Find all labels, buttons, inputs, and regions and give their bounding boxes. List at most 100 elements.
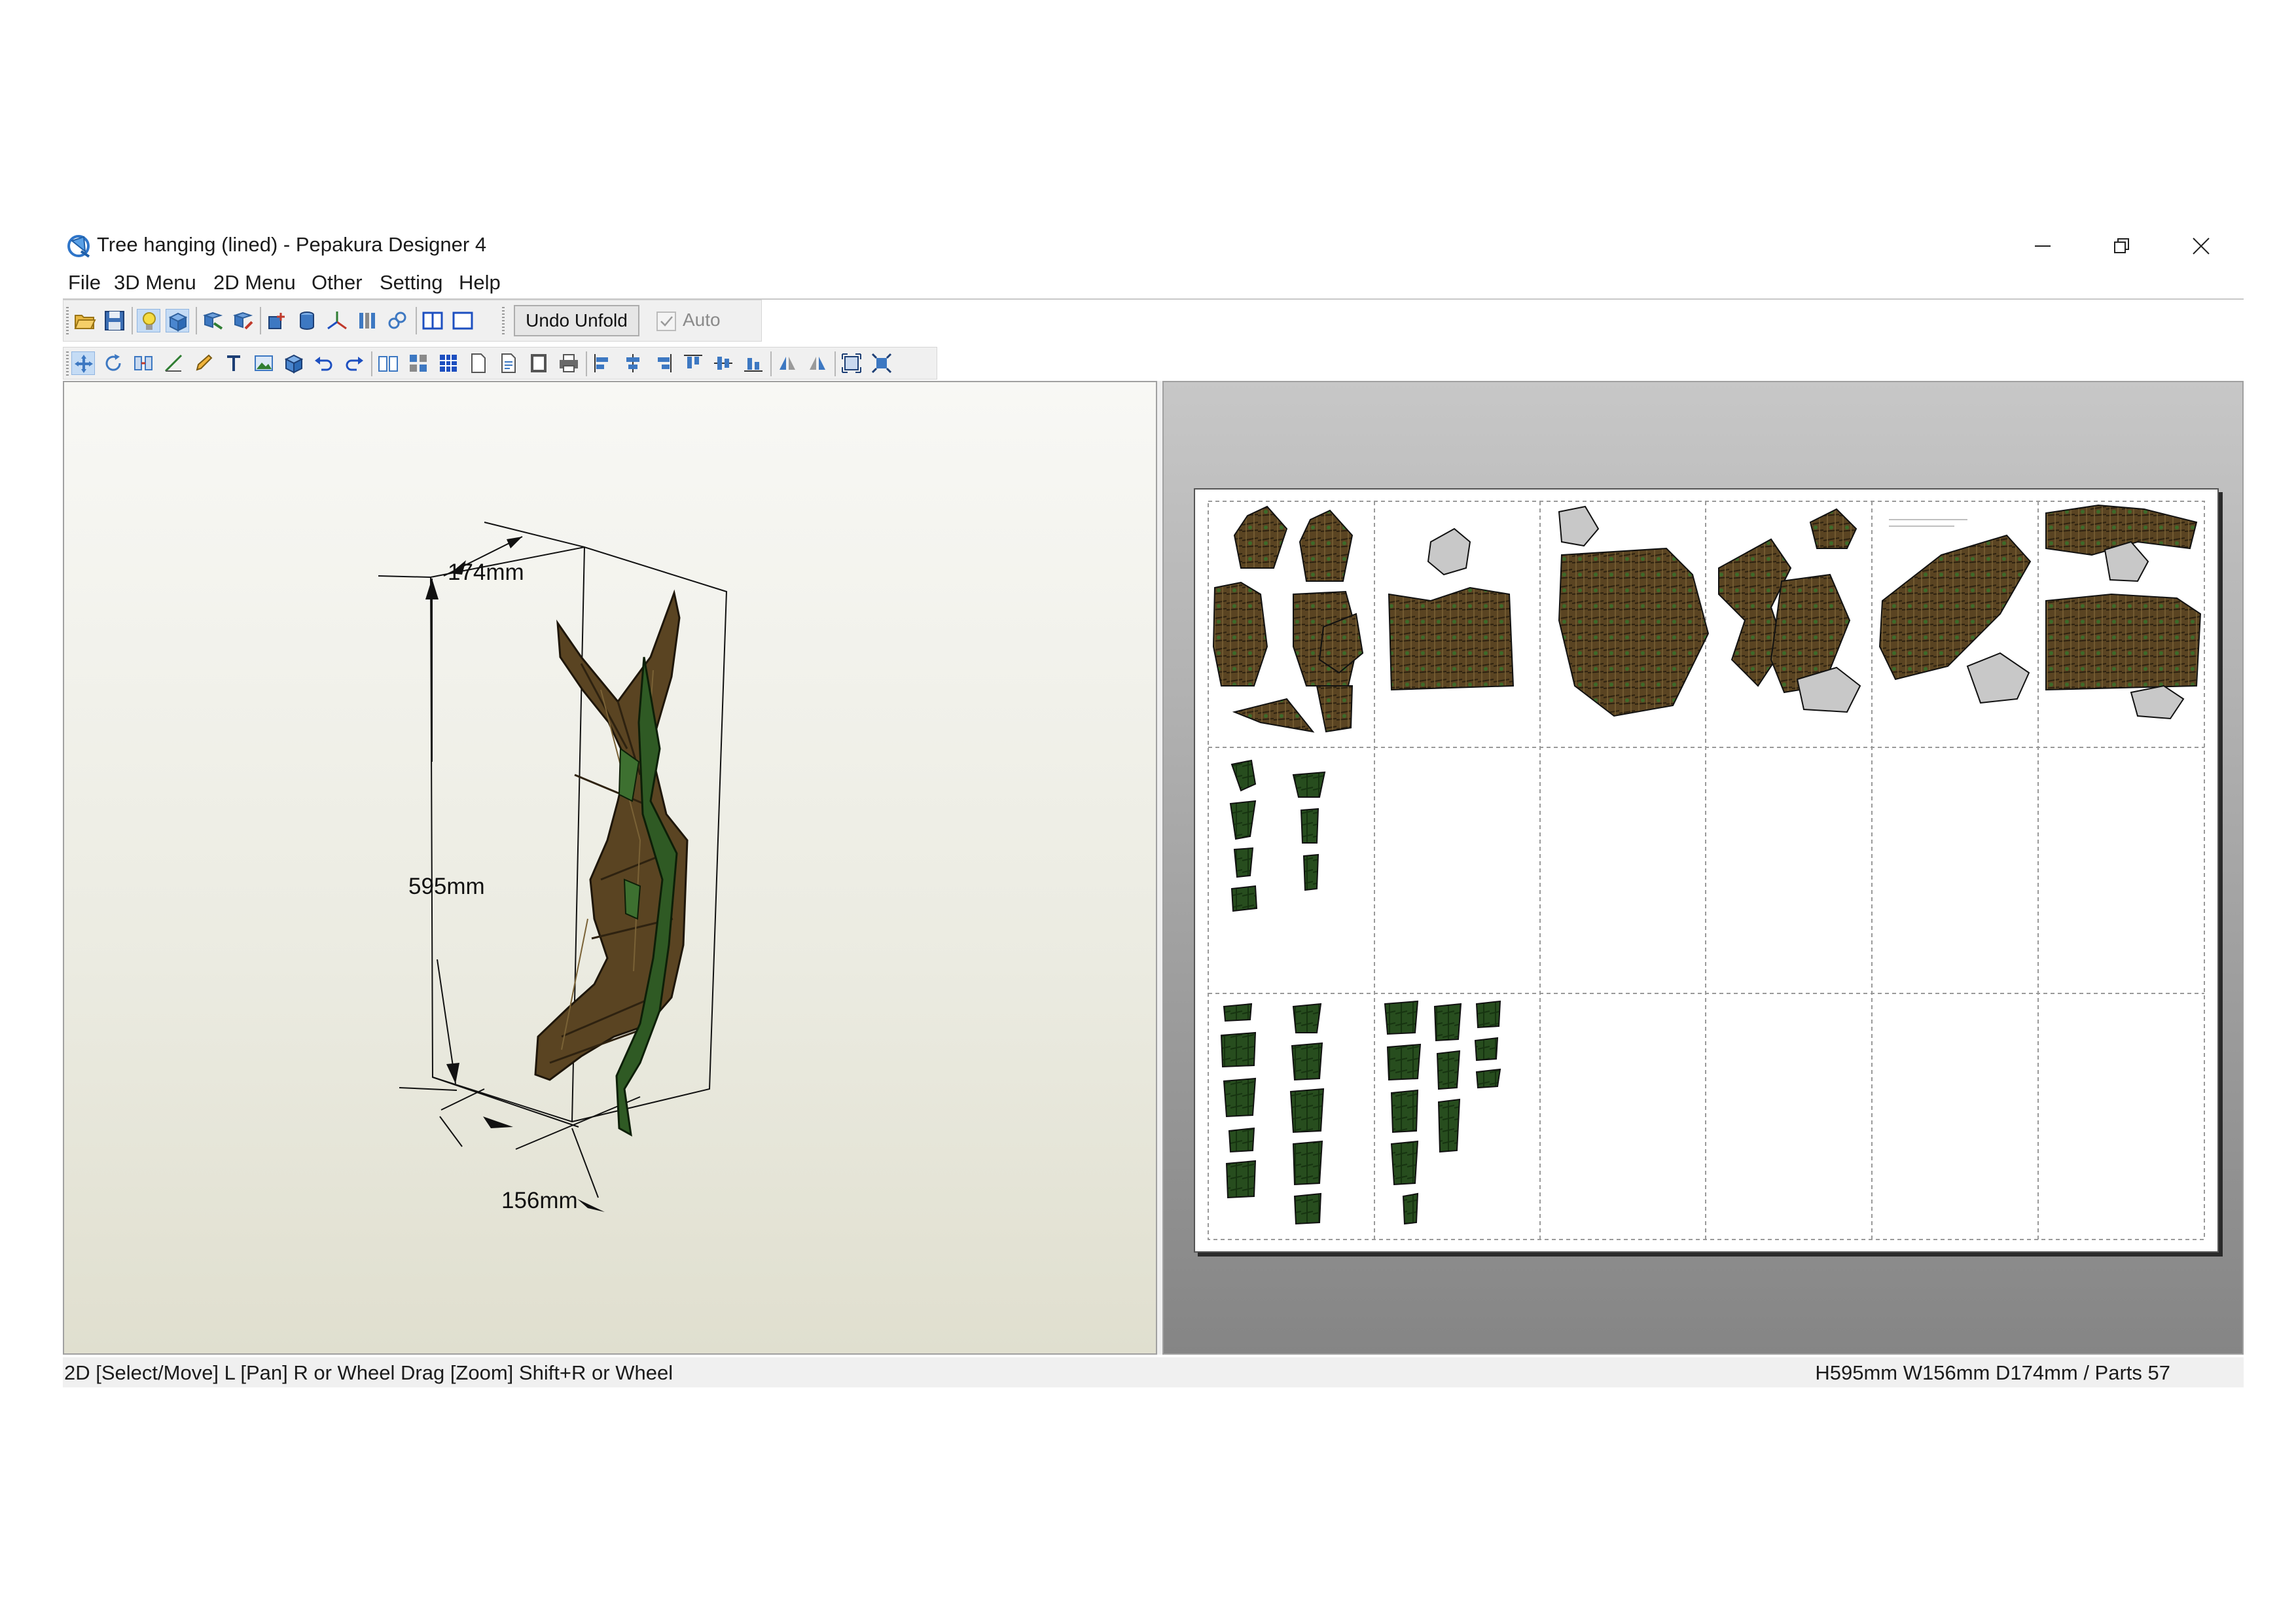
depth-arrow-icon — [507, 537, 522, 548]
add-object-icon[interactable] — [265, 309, 289, 332]
mirror-icon[interactable] — [806, 351, 829, 375]
auto-checkbox[interactable] — [656, 312, 676, 331]
part-group[interactable] — [2045, 504, 2202, 720]
align-middle-icon[interactable] — [711, 351, 735, 375]
align-right-icon[interactable] — [651, 351, 675, 375]
height-dimension-label: 595mm — [408, 874, 485, 899]
tree-trunk-model — [534, 589, 689, 1137]
menu-3d[interactable]: 3D Menu — [114, 271, 196, 294]
rotate-icon[interactable] — [101, 351, 125, 375]
main-toolbar: Undo Unfold Auto — [63, 300, 762, 342]
3d-view[interactable]: 174mm 595mm 156mm — [63, 381, 1157, 1355]
select-move-icon[interactable] — [71, 351, 95, 375]
toolbar-grip[interactable] — [66, 307, 69, 334]
paper-sheet — [1194, 488, 2219, 1253]
pepakura-app-icon — [67, 235, 90, 258]
menu-help[interactable]: Help — [459, 271, 501, 294]
menu-file[interactable]: File — [68, 271, 101, 294]
cube-icon[interactable] — [282, 351, 306, 375]
part-group[interactable] — [1718, 508, 1861, 713]
view-splitter[interactable] — [1157, 381, 1162, 1355]
2d-view[interactable] — [1162, 381, 2244, 1355]
3d-model-canvas[interactable]: 174mm 595mm 156mm — [64, 382, 1156, 1353]
align-center-icon[interactable] — [621, 351, 645, 375]
texture-icon[interactable] — [166, 309, 189, 332]
width-arrow-icon — [483, 1116, 513, 1128]
toolbar-separator — [416, 307, 417, 334]
open-icon[interactable] — [73, 309, 96, 332]
unfolded-parts-canvas[interactable] — [1195, 490, 2217, 1251]
text-icon[interactable] — [222, 351, 245, 375]
part-group[interactable] — [1220, 1003, 1325, 1225]
undo-icon[interactable] — [312, 351, 336, 375]
page-icon[interactable] — [467, 351, 490, 375]
restore-button[interactable] — [2092, 226, 2151, 266]
part-group[interactable] — [1388, 527, 1515, 691]
height-arrow-down-icon — [446, 1063, 459, 1084]
page-settings-icon[interactable] — [497, 351, 520, 375]
minimize-icon — [2035, 245, 2051, 247]
save-icon[interactable] — [103, 309, 126, 332]
lightbulb-icon[interactable] — [137, 309, 160, 332]
status-dimensions: H595mm W156mm D174mm / Parts 57 — [1815, 1361, 2170, 1384]
part-group[interactable] — [1878, 519, 2032, 704]
align-top-icon[interactable] — [681, 351, 705, 375]
toolbar-separator — [834, 351, 836, 376]
auto-label: Auto — [683, 310, 721, 330]
toolbar-separator — [260, 307, 261, 334]
part-group[interactable] — [1558, 505, 1710, 717]
toolbar-separator — [586, 351, 587, 376]
width-arrow-icon — [577, 1199, 605, 1212]
unfold-icon[interactable] — [201, 309, 224, 332]
print-preview-icon[interactable] — [527, 351, 550, 375]
flip-icon[interactable] — [776, 351, 799, 375]
undo-unfold-button[interactable]: Undo Unfold — [514, 305, 639, 336]
join-icon[interactable] — [132, 351, 155, 375]
menu-bar: File 3D Menu 2D Menu Other Setting Help — [63, 270, 2244, 300]
menu-setting[interactable]: Setting — [380, 271, 443, 294]
link-icon[interactable] — [386, 309, 409, 332]
align-left-icon[interactable] — [591, 351, 615, 375]
axis-icon[interactable] — [325, 309, 349, 332]
depth-dimension-label: 174mm — [448, 560, 524, 585]
restore-icon — [2114, 238, 2129, 253]
title-bar: Tree hanging (lined) - Pepakura Designer… — [63, 223, 2244, 270]
minimize-button[interactable] — [2013, 226, 2072, 266]
app-window: Tree hanging (lined) - Pepakura Designer… — [63, 223, 2244, 1397]
arrange-icon[interactable] — [406, 351, 430, 375]
cylinder-icon[interactable] — [295, 309, 319, 332]
toolbar-separator — [196, 307, 197, 334]
printer-icon[interactable] — [557, 351, 581, 375]
part-group[interactable] — [1229, 759, 1326, 912]
split-view-icon[interactable] — [421, 309, 444, 332]
redo-icon[interactable] — [342, 351, 366, 375]
status-bar: 2D [Select/Move] L [Pan] R or Wheel Drag… — [63, 1357, 2244, 1387]
menu-2d[interactable]: 2D Menu — [213, 271, 296, 294]
zoom-all-icon[interactable] — [870, 351, 893, 375]
toolbar-grip[interactable] — [66, 351, 69, 376]
close-icon — [2193, 238, 2210, 255]
part-group[interactable] — [1384, 1000, 1501, 1225]
pencil-icon[interactable] — [192, 351, 215, 375]
single-view-icon[interactable] — [451, 309, 475, 332]
align-bottom-icon[interactable] — [742, 351, 765, 375]
toolbar-grip[interactable] — [502, 307, 505, 334]
height-arrow-up-icon — [425, 579, 439, 599]
close-button[interactable] — [2172, 226, 2231, 266]
menu-other[interactable]: Other — [312, 271, 363, 294]
zoom-fit-icon[interactable] — [840, 351, 863, 375]
edit-toolbar — [63, 347, 937, 380]
toolbar-separator — [132, 307, 133, 334]
status-hint: 2D [Select/Move] L [Pan] R or Wheel Drag… — [64, 1361, 673, 1384]
part-group[interactable] — [1212, 505, 1364, 733]
book-icon[interactable] — [376, 351, 400, 375]
columns-icon[interactable] — [355, 309, 379, 332]
checkmark-icon — [660, 316, 673, 327]
edit-unfold-icon[interactable] — [231, 309, 255, 332]
window-title: Tree hanging (lined) - Pepakura Designer… — [97, 233, 487, 256]
fold-line-icon[interactable] — [162, 351, 185, 375]
grid-layout-icon[interactable] — [437, 351, 460, 375]
toolbar-separator — [770, 351, 772, 376]
toolbar-separator — [371, 351, 372, 376]
image-icon[interactable] — [252, 351, 276, 375]
